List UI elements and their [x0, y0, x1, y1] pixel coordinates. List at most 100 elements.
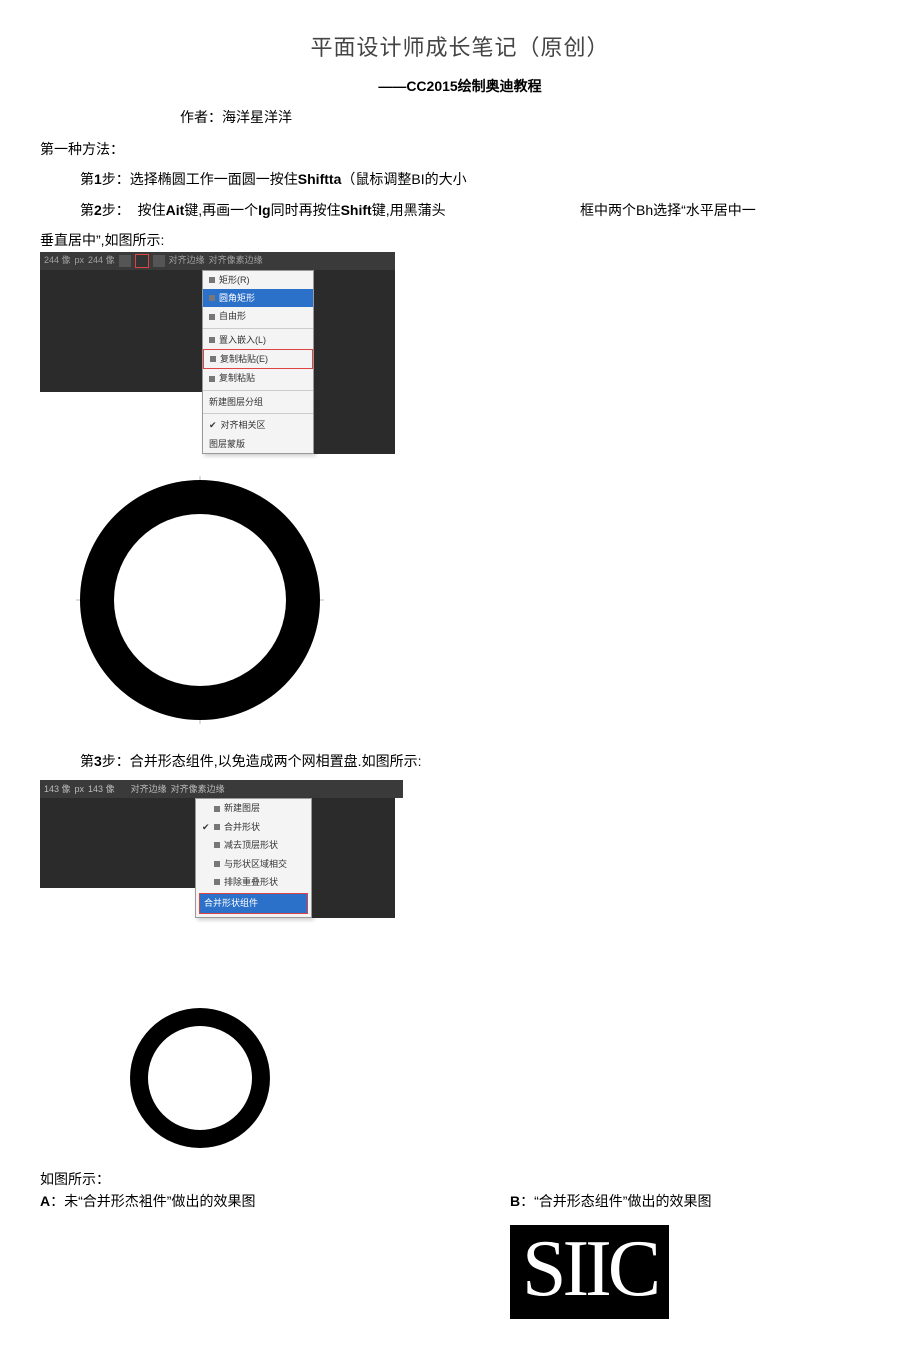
new-icon: [214, 806, 220, 812]
menu-item[interactable]: 与形状区域相交: [196, 855, 311, 873]
col-b: B：“合并形态组件”做出的效果图 SIIC: [510, 1190, 860, 1318]
opt-align[interactable]: 对齐边缘: [169, 253, 205, 267]
menu-label: 自由形: [219, 309, 246, 323]
intersect-icon: [214, 861, 220, 867]
col-a: A：未“合并形杰袓件”做出的效果图: [60, 1190, 420, 1318]
path-combine-icon[interactable]: [135, 254, 149, 268]
menu-item[interactable]: 减去顶层形状: [196, 836, 311, 854]
dim-w: 143 像: [44, 782, 71, 796]
prefix-a: A: [40, 1193, 50, 1209]
context-menu-2: 新建图层 ✔合并形状 减去顶层形状 与形状区域相交 排除重叠形状 合并形状组件: [195, 798, 312, 917]
exclude-icon: [214, 879, 220, 885]
unit: px: [75, 782, 85, 796]
author-line: 作者：海洋星洋洋: [180, 106, 860, 128]
menu-item[interactable]: ✔对齐相关区: [203, 416, 313, 434]
keyword-ig: Ig: [258, 202, 270, 218]
rect-icon: [209, 277, 215, 283]
keyword-shift2: Shift: [341, 202, 372, 218]
page-subtitle: ——CC2015绘制奥迪教程: [60, 75, 860, 97]
menu-item[interactable]: 新建图层分组: [203, 393, 313, 411]
menu-label: 置入嵌入(L): [219, 333, 266, 347]
menu-label: 复制粘贴(E): [220, 352, 268, 366]
compare-row: A：未“合并形杰袓件”做出的效果图 B：“合并形态组件”做出的效果图 SIIC: [60, 1190, 860, 1318]
menu-label: 新建图层分组: [209, 395, 263, 409]
tool-icon[interactable]: [153, 255, 165, 267]
combine-icon: [214, 824, 220, 830]
figure-2: 143 像 px 143 像 对齐边缘 对齐像素边缘 新建图层 ✔合并形状 减去…: [40, 780, 860, 917]
menu-item[interactable]: 置入嵌入(L): [203, 331, 313, 349]
menu-item-highlight[interactable]: 复制粘贴(E): [203, 349, 313, 369]
menu-label: 对齐相关区: [221, 418, 266, 432]
menu-label: 排除重叠形状: [224, 875, 278, 889]
step-2-left: 第2步： 按住Ait键,再画一个Ig同时再按住Shift键,用黑蒲头: [80, 199, 580, 221]
figure-1: 244 像 px 244 像 对齐边缘 对齐像素边缘 矩形(R) 圆角矩形 自由…: [40, 252, 395, 455]
t3: 同时再按住: [271, 202, 341, 218]
paste-icon: [210, 356, 216, 362]
dim-h: 143 像: [88, 782, 115, 796]
menu-item[interactable]: 图层蒙版: [203, 435, 313, 453]
menu-label: 矩形(R): [219, 273, 250, 287]
step-prefix: 第: [80, 171, 94, 187]
step-2-right: 框中两个Bh选择“水平居中一: [580, 199, 860, 221]
shape-icon: [209, 314, 215, 320]
col-b-label: B：“合并形态组件”做出的效果图: [510, 1190, 860, 1212]
dim-w: 244 像: [44, 253, 71, 267]
embed-icon: [209, 337, 215, 343]
menu-item[interactable]: ✔合并形状: [196, 818, 311, 836]
menu-item-merge-selected[interactable]: 合并形状组件: [199, 893, 308, 913]
ring-small: [120, 998, 280, 1158]
t4: 键,用黑蒲头: [372, 202, 446, 218]
swatch-icon: [119, 255, 131, 267]
menu-item[interactable]: 排除重叠形状: [196, 873, 311, 891]
step-2-continue: 垂直居中”,如图所示:: [40, 229, 860, 251]
canvas-area-2-right: [312, 798, 395, 917]
prefix-b: B: [510, 1193, 520, 1209]
t2: 键,再画一个: [184, 202, 258, 218]
options-bar: 244 像 px 244 像 对齐边缘 对齐像素边缘: [40, 252, 395, 270]
context-menu: 矩形(R) 圆角矩形 自由形 置入嵌入(L) 复制粘贴(E) 复制粘贴 新建图层…: [202, 270, 314, 455]
canvas-area-2: [40, 798, 195, 888]
text-b: ：“合并形态组件”做出的效果图: [520, 1193, 711, 1209]
step-1: 第1步：选择椭圆工作一面圆一按住Shiftta（鼠标调整BI的大小: [80, 168, 860, 190]
menu-label: 图层蒙版: [209, 437, 245, 451]
step-text: 步：合并形态组件,以免造成两个网相置盘.如图所示:: [102, 753, 422, 769]
t1: 按住: [138, 202, 166, 218]
step-suffix: 步：: [102, 202, 130, 218]
step-tail: （鼠标调整BI的大小: [341, 171, 466, 187]
canvas-area: [40, 270, 202, 392]
step-prefix: 第: [80, 202, 94, 218]
dim-h: 244 像: [88, 253, 115, 267]
menu-label: 减去顶层形状: [224, 838, 278, 852]
menu-item[interactable]: 新建图层: [196, 799, 311, 817]
col-a-label: A：未“合并形杰袓件”做出的效果图: [40, 1190, 420, 1212]
menu-row: 矩形(R) 圆角矩形 自由形 置入嵌入(L) 复制粘贴(E) 复制粘贴 新建图层…: [40, 270, 395, 455]
menu-item[interactable]: 矩形(R): [203, 271, 313, 289]
method-heading: 第一种方法：: [40, 138, 860, 160]
step-3: 第3步：合并形态组件,以免造成两个网相置盘.如图所示:: [80, 750, 860, 772]
menu-item[interactable]: 自由形: [203, 307, 313, 325]
step-text: 步：选择椭圆工作一面圆一按住: [102, 171, 298, 187]
page: 平面设计师成长笔记（原创） ——CC2015绘制奥迪教程 作者：海洋星洋洋 第一…: [0, 0, 920, 1359]
unit: px: [75, 253, 85, 267]
canvas-area-right: [314, 270, 395, 455]
opt-pixel[interactable]: 对齐像素边缘: [171, 782, 225, 796]
opt-pixel[interactable]: 对齐像素边缘: [209, 253, 263, 267]
text-a: ：未“合并形杰袓件”做出的效果图: [50, 1193, 255, 1209]
ring-large: [60, 460, 340, 740]
keyword-shift: Shiftta: [298, 171, 342, 187]
step-number: 3: [94, 753, 102, 769]
menu-label: 复制粘贴: [219, 371, 255, 385]
step-prefix: 第: [80, 753, 94, 769]
step-number: 1: [94, 171, 102, 187]
subtract-icon: [214, 842, 220, 848]
menu-label: 圆角矩形: [219, 291, 255, 305]
menu-row-2: 新建图层 ✔合并形状 减去顶层形状 与形状区域相交 排除重叠形状 合并形状组件: [40, 798, 395, 917]
menu-item-selected[interactable]: 圆角矩形: [203, 289, 313, 307]
menu-divider: [203, 390, 313, 391]
menu-item[interactable]: 复制粘贴: [203, 369, 313, 387]
page-title: 平面设计师成长笔记（原创）: [60, 30, 860, 65]
step-number: 2: [94, 202, 102, 218]
menu-label: 与形状区域相交: [224, 857, 287, 871]
note-line: 如图所示：: [40, 1168, 860, 1190]
opt-align[interactable]: 对齐边缘: [131, 782, 167, 796]
